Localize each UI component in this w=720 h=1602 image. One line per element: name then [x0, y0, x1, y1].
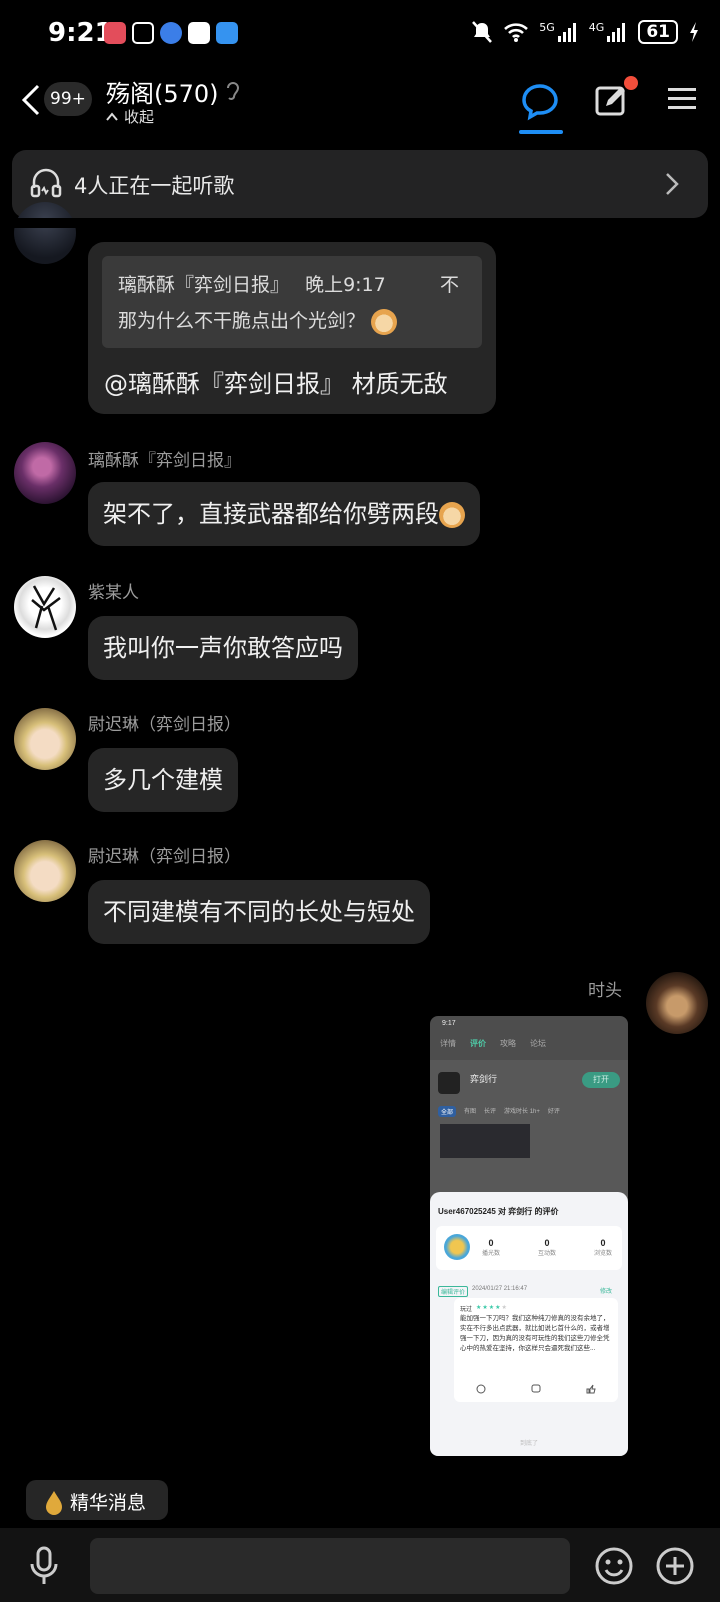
- network-4g: 4G: [588, 20, 605, 34]
- quote-time: 晚上9:17: [305, 274, 386, 296]
- emoji-icon[interactable]: [594, 1546, 634, 1586]
- like-icon: [586, 1384, 596, 1394]
- app-notification-icon: [160, 22, 182, 44]
- shot-filter: 长评: [484, 1109, 497, 1115]
- shot-card-title: User467025245 对 弈剑行 的评价: [438, 1207, 559, 1216]
- message-bubble[interactable]: 多几个建模: [88, 748, 238, 812]
- shot-tabs: 详情 评价 攻略 论坛: [440, 1038, 546, 1049]
- share-icon: [476, 1384, 486, 1394]
- message-text: 不同建模有不同的长处与短处: [103, 898, 415, 926]
- signal-icon: [557, 23, 576, 42]
- app-notification-icon: [104, 22, 126, 44]
- sender-name[interactable]: 尉迟琳（弈剑日报）: [88, 710, 241, 735]
- app-notification-icon: [132, 22, 154, 44]
- shot-filter: 好评: [547, 1109, 560, 1115]
- wifi-icon: [504, 23, 529, 42]
- quote-text: 那为什么不干脆点出个光剑？: [118, 310, 366, 332]
- shot-actions: [476, 1384, 596, 1394]
- charging-icon: [690, 22, 698, 42]
- star-rating-icon: ★★★★★: [476, 1305, 508, 1311]
- collapse-toggle[interactable]: 收起: [106, 106, 154, 127]
- shot-stats: 0 播光数 0 互动数 0 浏览数: [482, 1238, 612, 1257]
- collapse-label: 收起: [124, 108, 155, 126]
- shot-stat: 0 浏览数: [593, 1238, 612, 1257]
- microphone-icon[interactable]: [28, 1546, 60, 1588]
- headphones-icon: [30, 168, 62, 198]
- avatar[interactable]: [14, 442, 76, 504]
- sender-name[interactable]: 时头: [588, 976, 622, 1001]
- message-bubble[interactable]: 我叫你一声你敢答应吗: [88, 616, 358, 680]
- shot-review-text: 能加强一下刀吗？我们这种纯刀修真的没有余地了，实在不行多出点武器，就比如说匕首什…: [460, 1315, 610, 1352]
- shot-tab: 评价: [470, 1039, 486, 1048]
- status-time: 9:21: [48, 18, 113, 48]
- screenshot-image[interactable]: 9:17 详情 评价 攻略 论坛 弈剑行 打开 全部 有图 长评 游戏时长 1h…: [430, 1016, 628, 1456]
- user-avatar: [444, 1234, 470, 1260]
- listen-together-text: 4人正在一起听歌: [74, 174, 235, 198]
- shot-rating: 玩过 ★★★★★: [460, 1305, 508, 1313]
- avatar-sketch: [31, 585, 61, 631]
- shot-filters: 全部 有图 长评 游戏时长 1h+ 好评: [438, 1106, 560, 1117]
- chevron-up-icon: [106, 111, 118, 121]
- message-bubble[interactable]: 不同建模有不同的长处与短处: [88, 880, 430, 944]
- avatar[interactable]: [14, 576, 76, 638]
- shot-filter: 有图: [464, 1109, 477, 1115]
- shot-review-meta: 编辑评价 2024/01/27 21:16:47: [438, 1286, 527, 1297]
- shot-time: 9:17: [442, 1020, 456, 1027]
- shot-edit-label: 修改: [600, 1289, 613, 1295]
- chat-tab-icon[interactable]: [518, 80, 562, 124]
- shot-thumbnail: [440, 1124, 530, 1158]
- shot-stat: 0 互动数: [537, 1238, 556, 1257]
- avatar[interactable]: [14, 840, 76, 902]
- quote-trailing: 不: [440, 274, 460, 296]
- chevron-right-icon: [666, 173, 679, 195]
- quote-header: 璃酥酥『弈剑日报』 晚上9:17: [118, 270, 386, 297]
- menu-icon[interactable]: [668, 84, 696, 114]
- sender-name[interactable]: 尉迟琳（弈剑日报）: [88, 842, 241, 867]
- mute-icon: [472, 21, 493, 43]
- weather-icon: [216, 22, 238, 44]
- avatar[interactable]: [14, 202, 76, 264]
- avatar[interactable]: [14, 708, 76, 770]
- essence-drop-icon: [46, 1491, 62, 1515]
- unread-badge[interactable]: 99+: [44, 82, 92, 116]
- shot-tab: 详情: [440, 1039, 456, 1048]
- quote-text-line: 那为什么不干脆点出个光剑？: [118, 306, 398, 335]
- sender-name[interactable]: 紫某人: [88, 578, 139, 603]
- message-text: @璃酥酥『弈剑日报』 材质无敌: [104, 370, 448, 398]
- message-bubble[interactable]: 架不了，直接武器都给你劈两段: [88, 482, 480, 546]
- essence-messages-label: 精华消息: [70, 1492, 147, 1514]
- dog-emoji-icon: [439, 502, 465, 528]
- signal-icon: [607, 23, 626, 42]
- shot-filter: 全部: [438, 1106, 457, 1117]
- shot-stat: 0 播光数: [482, 1238, 501, 1257]
- game-icon: [438, 1072, 460, 1094]
- shot-footer: 到底了: [519, 1441, 538, 1447]
- message-text: 我叫你一声你敢答应吗: [103, 634, 343, 662]
- message-text: 多几个建模: [103, 766, 223, 794]
- shot-filter: 游戏时长 1h+: [504, 1109, 540, 1115]
- comment-icon: [531, 1384, 541, 1393]
- add-icon[interactable]: [655, 1546, 695, 1586]
- shot-tab: 攻略: [500, 1039, 516, 1048]
- group-title[interactable]: 殇阁(570): [106, 74, 219, 109]
- shot-open-button: 打开: [582, 1072, 620, 1088]
- ear-icon: [227, 82, 240, 100]
- network-5g: 5G: [539, 20, 555, 34]
- sender-name[interactable]: 璃酥酥『弈剑日报』: [88, 446, 241, 471]
- app-notification-icon: [188, 22, 210, 44]
- quote-author: 璃酥酥『弈剑日报』: [118, 274, 290, 296]
- message-input[interactable]: [90, 1538, 570, 1594]
- system-status: 5G 4G 61: [471, 20, 700, 44]
- avatar[interactable]: [646, 972, 708, 1034]
- notification-dot: [624, 76, 638, 90]
- battery-level: 61: [638, 20, 678, 44]
- dog-emoji-icon: [371, 308, 398, 335]
- shot-tab: 论坛: [530, 1039, 546, 1048]
- active-tab-indicator: [519, 130, 563, 134]
- message-text: 架不了，直接武器都给你劈两段: [103, 500, 439, 528]
- shot-game-name: 弈剑行: [470, 1074, 498, 1084]
- notification-icons: [104, 22, 238, 44]
